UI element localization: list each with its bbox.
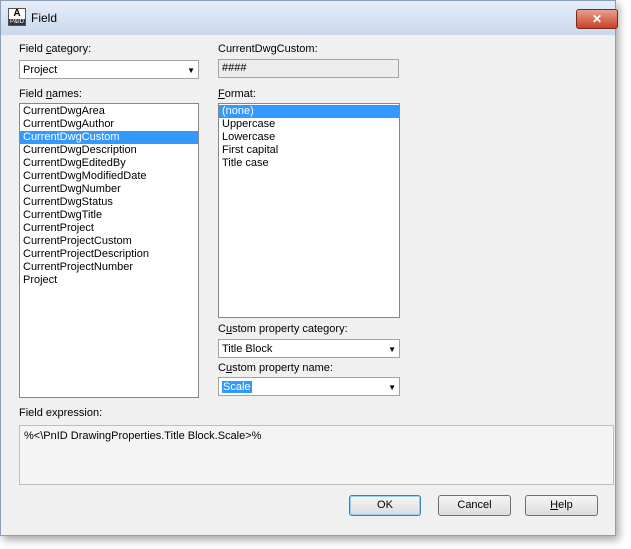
field-names-list[interactable]: CurrentDwgArea CurrentDwgAuthor CurrentDwg… xyxy=(19,103,199,398)
field-expression-label: Field expression: xyxy=(19,407,103,419)
list-item[interactable]: CurrentDwgArea xyxy=(20,105,198,118)
list-item[interactable]: Project xyxy=(20,274,198,287)
format-label: Format: xyxy=(218,88,256,100)
list-item[interactable]: CurrentDwgTitle xyxy=(20,209,198,222)
list-item[interactable]: CurrentDwgEditedBy xyxy=(20,157,198,170)
custom-name-label: Custom property name: xyxy=(218,362,333,374)
title-bar: A P&ID Field ✕ xyxy=(1,1,618,35)
list-item[interactable]: Title case xyxy=(219,157,399,170)
field-category-label: Field category: xyxy=(19,43,92,55)
field-category-value: Project xyxy=(23,64,58,76)
preview-field: #### xyxy=(218,59,399,78)
app-icon-letter: A xyxy=(13,8,21,19)
list-item[interactable]: CurrentDwgAuthor xyxy=(20,118,198,131)
custom-category-label: Custom property category: xyxy=(218,323,348,335)
list-item[interactable]: CurrentProjectCustom xyxy=(20,235,198,248)
list-item[interactable]: Uppercase xyxy=(219,118,399,131)
preview-label: CurrentDwgCustom: xyxy=(218,43,318,55)
list-item[interactable]: CurrentProjectNumber xyxy=(20,261,198,274)
app-icon: A P&ID xyxy=(8,8,26,26)
list-item[interactable]: CurrentDwgModifiedDate xyxy=(20,170,198,183)
list-item[interactable]: CurrentDwgDescription xyxy=(20,144,198,157)
custom-name-value[interactable]: Scale xyxy=(222,381,252,393)
custom-name-dropdown[interactable]: Scale ▼ xyxy=(218,377,400,396)
custom-category-dropdown[interactable]: Title Block ▼ xyxy=(218,339,400,358)
custom-category-value: Title Block xyxy=(222,343,273,355)
field-dialog: A P&ID Field ✕ Field category: Project ▼… xyxy=(0,0,618,536)
field-expression-box[interactable]: %<\PnID DrawingProperties.Title Block.Sc… xyxy=(19,425,614,485)
app-icon-badge: P&ID xyxy=(9,19,25,25)
list-item[interactable]: CurrentProjectDescription xyxy=(20,248,198,261)
ok-button[interactable]: OK xyxy=(349,495,421,516)
close-icon: ✕ xyxy=(591,12,603,26)
field-expression-value: %<\PnID DrawingProperties.Title Block.Sc… xyxy=(24,430,262,442)
chevron-down-icon: ▼ xyxy=(388,383,396,392)
chevron-down-icon: ▼ xyxy=(388,345,396,354)
list-item[interactable]: CurrentProject xyxy=(20,222,198,235)
list-item[interactable]: First capital xyxy=(219,144,399,157)
cancel-button[interactable]: Cancel xyxy=(438,495,511,516)
format-list[interactable]: (none) Uppercase Lowercase First capital Tit… xyxy=(218,103,400,318)
window-title: Field xyxy=(31,11,58,25)
list-item[interactable]: (none) xyxy=(219,105,399,118)
list-item[interactable]: CurrentDwgNumber xyxy=(20,183,198,196)
chevron-down-icon: ▼ xyxy=(187,66,195,75)
close-button[interactable]: ✕ xyxy=(576,9,618,29)
list-item[interactable]: CurrentDwgStatus xyxy=(20,196,198,209)
list-item[interactable]: CurrentDwgCustom xyxy=(20,131,198,144)
field-names-label: Field names: xyxy=(19,88,82,100)
field-category-dropdown[interactable]: Project ▼ xyxy=(19,60,199,79)
help-button[interactable]: Help xyxy=(525,495,598,516)
list-item[interactable]: Lowercase xyxy=(219,131,399,144)
